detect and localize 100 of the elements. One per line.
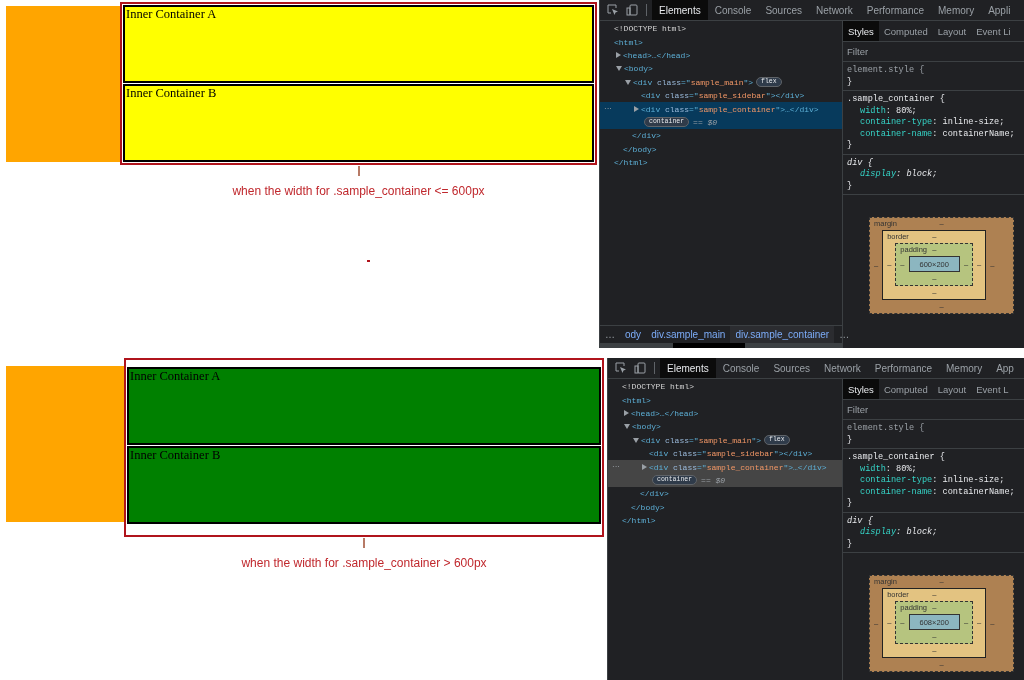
devtools-tab[interactable]: Sources xyxy=(758,0,810,20)
css-declaration: width: 80%; xyxy=(859,105,918,117)
css-closing-brace: } xyxy=(847,434,854,446)
dom-node-row[interactable]: <head>…</head> xyxy=(608,406,842,421)
inner-container-label: Inner Container B xyxy=(126,86,217,100)
expand-triangle-icon[interactable] xyxy=(634,106,639,113)
dom-node-row[interactable]: <!DOCTYPE html> xyxy=(608,380,842,394)
css-closing-brace: } xyxy=(847,538,854,550)
html-tag-code: <div class="sample_container">…</div> xyxy=(649,462,827,472)
styles-tab[interactable]: Event Li xyxy=(971,21,1016,41)
closing-tag-code: </body> xyxy=(631,502,665,512)
html-tag-code: <div class="sample_main"> xyxy=(633,77,754,87)
css-declaration: width: 80%; xyxy=(859,463,918,475)
expand-triangle-icon[interactable] xyxy=(616,52,621,59)
css-closing-brace: } xyxy=(847,76,854,88)
devtools-tab[interactable]: Memory xyxy=(931,0,982,20)
devtools-tab[interactable]: Network xyxy=(809,0,860,20)
dom-node-row[interactable]: <body> xyxy=(608,420,842,434)
devtools-tab[interactable]: Performance xyxy=(867,358,939,378)
closing-tag-code: </body> xyxy=(623,144,657,154)
html-tag-code: <html> xyxy=(622,395,651,405)
device-toggle-icon[interactable] xyxy=(626,4,638,16)
css-declaration: container-name: containerName; xyxy=(859,486,1016,498)
inspect-cursor-icon[interactable] xyxy=(615,362,627,374)
css-selector: div { xyxy=(847,157,874,169)
html-tag-code: <!DOCTYPE html> xyxy=(614,24,686,34)
annotation-caption: when the width for .sample_container > 600px xyxy=(241,556,487,570)
devtools-tab[interactable]: Elements xyxy=(660,358,716,378)
css-closing-brace: } xyxy=(847,498,854,510)
html-tag-code: <body> xyxy=(632,422,661,432)
devtools-tab[interactable]: Network xyxy=(817,358,868,378)
scrollbar[interactable] xyxy=(600,343,842,348)
dom-node-row[interactable]: <html> xyxy=(608,393,842,407)
annotation-caption: when the width for .sample_container <= 600px xyxy=(232,184,485,198)
expand-triangle-icon[interactable] xyxy=(616,66,622,72)
html-tag-code: <head>…</head> xyxy=(631,408,699,418)
breadcrumb[interactable]: div.sample_main xyxy=(646,326,731,343)
dom-node-row[interactable]: <div class="sample_sidebar"></div> xyxy=(600,88,842,103)
css-declaration: display: block; xyxy=(859,169,939,181)
expand-triangle-icon[interactable] xyxy=(625,79,631,85)
styles-tab[interactable]: Computed xyxy=(878,21,933,41)
styles-tab[interactable]: Layout xyxy=(932,379,972,399)
dom-node-row[interactable]: <!DOCTYPE html> xyxy=(600,22,842,36)
inspect-cursor-icon[interactable] xyxy=(607,4,619,16)
closing-tag-code: </div> xyxy=(632,131,661,141)
css-selector: element.style { xyxy=(847,423,926,435)
html-tag-code: <div class="sample_sidebar"></div> xyxy=(641,91,805,101)
expand-triangle-icon[interactable] xyxy=(624,424,630,430)
styles-tab[interactable]: Event L xyxy=(971,379,1014,399)
html-tag-code: <body> xyxy=(624,64,653,74)
inner-container-label: Inner Container B xyxy=(130,448,221,462)
css-selector: .sample_container { xyxy=(847,452,946,464)
expand-triangle-icon[interactable] xyxy=(633,437,639,443)
devtools-tab[interactable]: Sources xyxy=(766,358,818,378)
devtools-tab[interactable]: Performance xyxy=(859,0,931,20)
devtools-tab[interactable]: Memory xyxy=(939,358,990,378)
css-selector: div { xyxy=(847,515,874,527)
expand-triangle-icon[interactable] xyxy=(624,410,629,417)
selected-node-reference: == $0 xyxy=(693,117,718,127)
breadcrumb[interactable]: … xyxy=(600,326,620,343)
css-declaration: container-type: inline-size; xyxy=(859,117,1006,129)
html-tag-code: <div class="sample_main"> xyxy=(641,435,762,445)
styles-tab[interactable]: Styles xyxy=(843,21,879,41)
more-dots[interactable]: ··· xyxy=(612,460,620,474)
css-declaration: display: block; xyxy=(859,527,939,539)
styles-tab[interactable]: Computed xyxy=(878,379,933,399)
devtools-tab[interactable]: Elements xyxy=(652,0,708,20)
breadcrumb[interactable]: … xyxy=(834,326,855,343)
css-closing-brace: } xyxy=(847,180,854,192)
expand-triangle-icon[interactable] xyxy=(642,464,647,471)
dom-node-row[interactable]: <head>…</head> xyxy=(600,48,842,63)
dom-node-row[interactable]: <body> xyxy=(600,62,842,76)
closing-tag-code: </html> xyxy=(622,516,656,526)
html-tag-code: <!DOCTYPE html> xyxy=(622,382,694,392)
css-selector: element.style { xyxy=(847,65,926,77)
styles-tab[interactable]: Layout xyxy=(932,21,972,41)
selected-node-reference: == $0 xyxy=(701,475,726,485)
closing-tag-code: </div> xyxy=(640,489,669,499)
devtools-tab[interactable]: Console xyxy=(707,0,759,20)
html-tag-code: <div class="sample_container">…</div> xyxy=(641,104,819,114)
css-selector: .sample_container { xyxy=(847,94,946,106)
more-dots[interactable]: ··· xyxy=(604,102,612,116)
css-declaration: container-name: containerName; xyxy=(859,128,1016,140)
html-tag-code: <head>…</head> xyxy=(623,50,691,60)
dom-node-row[interactable]: <div class="sample_sidebar"></div> xyxy=(608,446,842,461)
html-tag-code: <div class="sample_sidebar"></div> xyxy=(649,449,813,459)
dom-node-row[interactable]: <html> xyxy=(600,35,842,49)
closing-tag-code: </html> xyxy=(614,158,648,168)
devtools-tab[interactable]: Console xyxy=(715,358,767,378)
styles-tab[interactable]: Styles xyxy=(843,379,879,399)
inner-container-label: Inner Container A xyxy=(130,369,221,383)
inner-container-label: Inner Container A xyxy=(126,7,217,21)
html-tag-code: <html> xyxy=(614,37,643,47)
css-declaration: container-type: inline-size; xyxy=(859,475,1006,487)
devtools-tab[interactable]: App xyxy=(989,358,1021,378)
breadcrumb[interactable]: ody xyxy=(620,326,647,343)
breadcrumb[interactable]: div.sample_container xyxy=(730,326,835,343)
device-toggle-icon[interactable] xyxy=(634,362,646,374)
devtools-tab[interactable]: Appli xyxy=(981,0,1018,20)
css-closing-brace: } xyxy=(847,140,854,152)
